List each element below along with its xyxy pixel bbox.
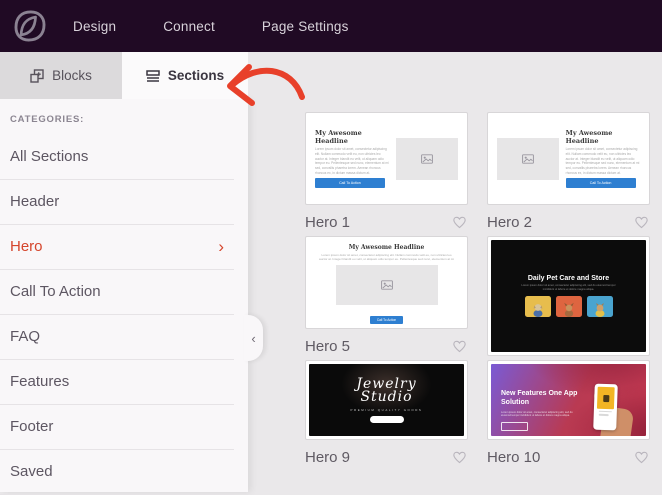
thumb-headline: New Features One App Solution — [501, 390, 589, 408]
top-bar: Design Connect Page Settings — [0, 0, 662, 52]
thumb-body-text: Lorem ipsum dolor sit amet, consectetur … — [318, 253, 455, 262]
top-navigation: Design Connect Page Settings — [73, 19, 349, 34]
pet-photo-yellow — [525, 296, 551, 317]
thumb-button — [370, 416, 404, 423]
template-label: Hero 9 — [305, 449, 350, 466]
thumb-body-text: Lorem ipsum dolor sit amet, consectetur … — [315, 147, 389, 175]
hero-9-thumbnail[interactable]: Jewelry Studio PREMIUM QUALITY GOODS — [305, 360, 468, 440]
template-card-hero-2: My Awesome Headline Lorem ipsum dolor si… — [487, 112, 650, 232]
tab-blocks[interactable]: Blocks — [0, 52, 122, 99]
template-card-hero-5: My Awesome Headline Lorem ipsum dolor si… — [305, 236, 468, 356]
hero-5-thumbnail[interactable]: My Awesome Headline Lorem ipsum dolor si… — [305, 236, 468, 329]
hero-6-thumbnail[interactable]: Daily Pet Care and Store Lorem ipsum dol… — [487, 236, 650, 356]
category-faq[interactable]: FAQ — [0, 315, 234, 360]
category-features[interactable]: Features — [0, 360, 234, 405]
hero-2-thumbnail[interactable]: My Awesome Headline Lorem ipsum dolor si… — [487, 112, 650, 205]
chevron-right-icon: › — [218, 225, 224, 269]
template-card-hero-9: Jewelry Studio PREMIUM QUALITY GOODS Her… — [305, 360, 468, 440]
blocks-icon — [30, 69, 44, 83]
categories-label: CATEGORIES: — [10, 114, 248, 125]
category-list: All Sections Header Hero › Call To Actio… — [0, 135, 248, 495]
thumb-tagline: PREMIUM QUALITY GOODS — [351, 408, 423, 412]
favorite-heart-icon[interactable] — [633, 449, 650, 465]
chevron-left-icon: ‹ — [251, 331, 255, 346]
nav-design[interactable]: Design — [73, 19, 116, 34]
category-saved[interactable]: Saved — [0, 450, 234, 495]
thumb-body-text: Lorem ipsum dolor sit amet, consectetur … — [516, 284, 621, 292]
sections-icon — [146, 69, 160, 83]
template-label: Hero 1 — [305, 214, 350, 231]
nav-connect[interactable]: Connect — [163, 19, 215, 34]
category-all-sections[interactable]: All Sections — [0, 135, 234, 180]
pet-photo-blue — [587, 296, 613, 317]
template-card-hero-1: My Awesome Headline Lorem ipsum dolor si… — [305, 112, 468, 232]
favorite-heart-icon[interactable] — [451, 449, 468, 465]
thumb-script-headline-2: Studio — [360, 391, 412, 404]
image-placeholder — [336, 265, 438, 305]
sidebar-collapse-toggle[interactable]: ‹ — [244, 315, 263, 361]
tab-sections-label: Sections — [168, 68, 224, 83]
thumb-headline: My Awesome Headline — [315, 129, 389, 145]
category-footer[interactable]: Footer — [0, 405, 234, 450]
thumb-body-text: Lorem ipsum dolor sit amet, consectetur … — [501, 411, 579, 419]
thumb-button — [501, 422, 528, 431]
thumb-cta-button: Call To Action — [315, 178, 385, 187]
tab-blocks-label: Blocks — [52, 68, 92, 83]
tab-sections[interactable]: Sections — [122, 52, 248, 99]
category-hero-label: Hero — [10, 238, 43, 255]
thumb-cta-button: Call To Action — [566, 178, 636, 187]
template-label: Hero 5 — [305, 338, 350, 355]
hero-1-thumbnail[interactable]: My Awesome Headline Lorem ipsum dolor si… — [305, 112, 468, 205]
nav-page-settings[interactable]: Page Settings — [262, 19, 349, 34]
favorite-heart-icon[interactable] — [633, 214, 650, 230]
category-hero[interactable]: Hero › — [0, 225, 234, 270]
thumb-headline: My Awesome Headline — [318, 244, 455, 251]
pet-photo-tiles — [525, 296, 613, 317]
thumb-cta-button: Call To Action — [370, 316, 403, 324]
phone-mockup — [593, 384, 618, 431]
category-call-to-action[interactable]: Call To Action — [0, 270, 234, 315]
sections-sidebar: CATEGORIES: All Sections Header Hero › C… — [0, 99, 248, 492]
template-card-hero-6: Daily Pet Care and Store Lorem ipsum dol… — [487, 236, 650, 356]
seedprod-logo-icon[interactable] — [13, 9, 47, 43]
favorite-heart-icon[interactable] — [451, 214, 468, 230]
category-header[interactable]: Header — [0, 180, 234, 225]
thumb-headline: My Awesome Headline — [566, 129, 640, 145]
template-label: Hero 10 — [487, 449, 540, 466]
favorite-heart-icon[interactable] — [451, 338, 468, 354]
hero-10-thumbnail[interactable]: New Features One App Solution Lorem ipsu… — [487, 360, 650, 440]
template-label: Hero 2 — [487, 214, 532, 231]
thumb-headline: Daily Pet Care and Store — [528, 275, 609, 282]
image-placeholder — [396, 138, 458, 180]
pet-photo-orange — [556, 296, 582, 317]
image-placeholder — [497, 138, 559, 180]
template-card-hero-10: New Features One App Solution Lorem ipsu… — [487, 360, 650, 440]
sidebar-tab-row: Blocks Sections — [0, 52, 248, 99]
thumb-body-text: Lorem ipsum dolor sit amet, consectetur … — [566, 147, 640, 175]
section-template-grid: My Awesome Headline Lorem ipsum dolor si… — [248, 52, 662, 492]
